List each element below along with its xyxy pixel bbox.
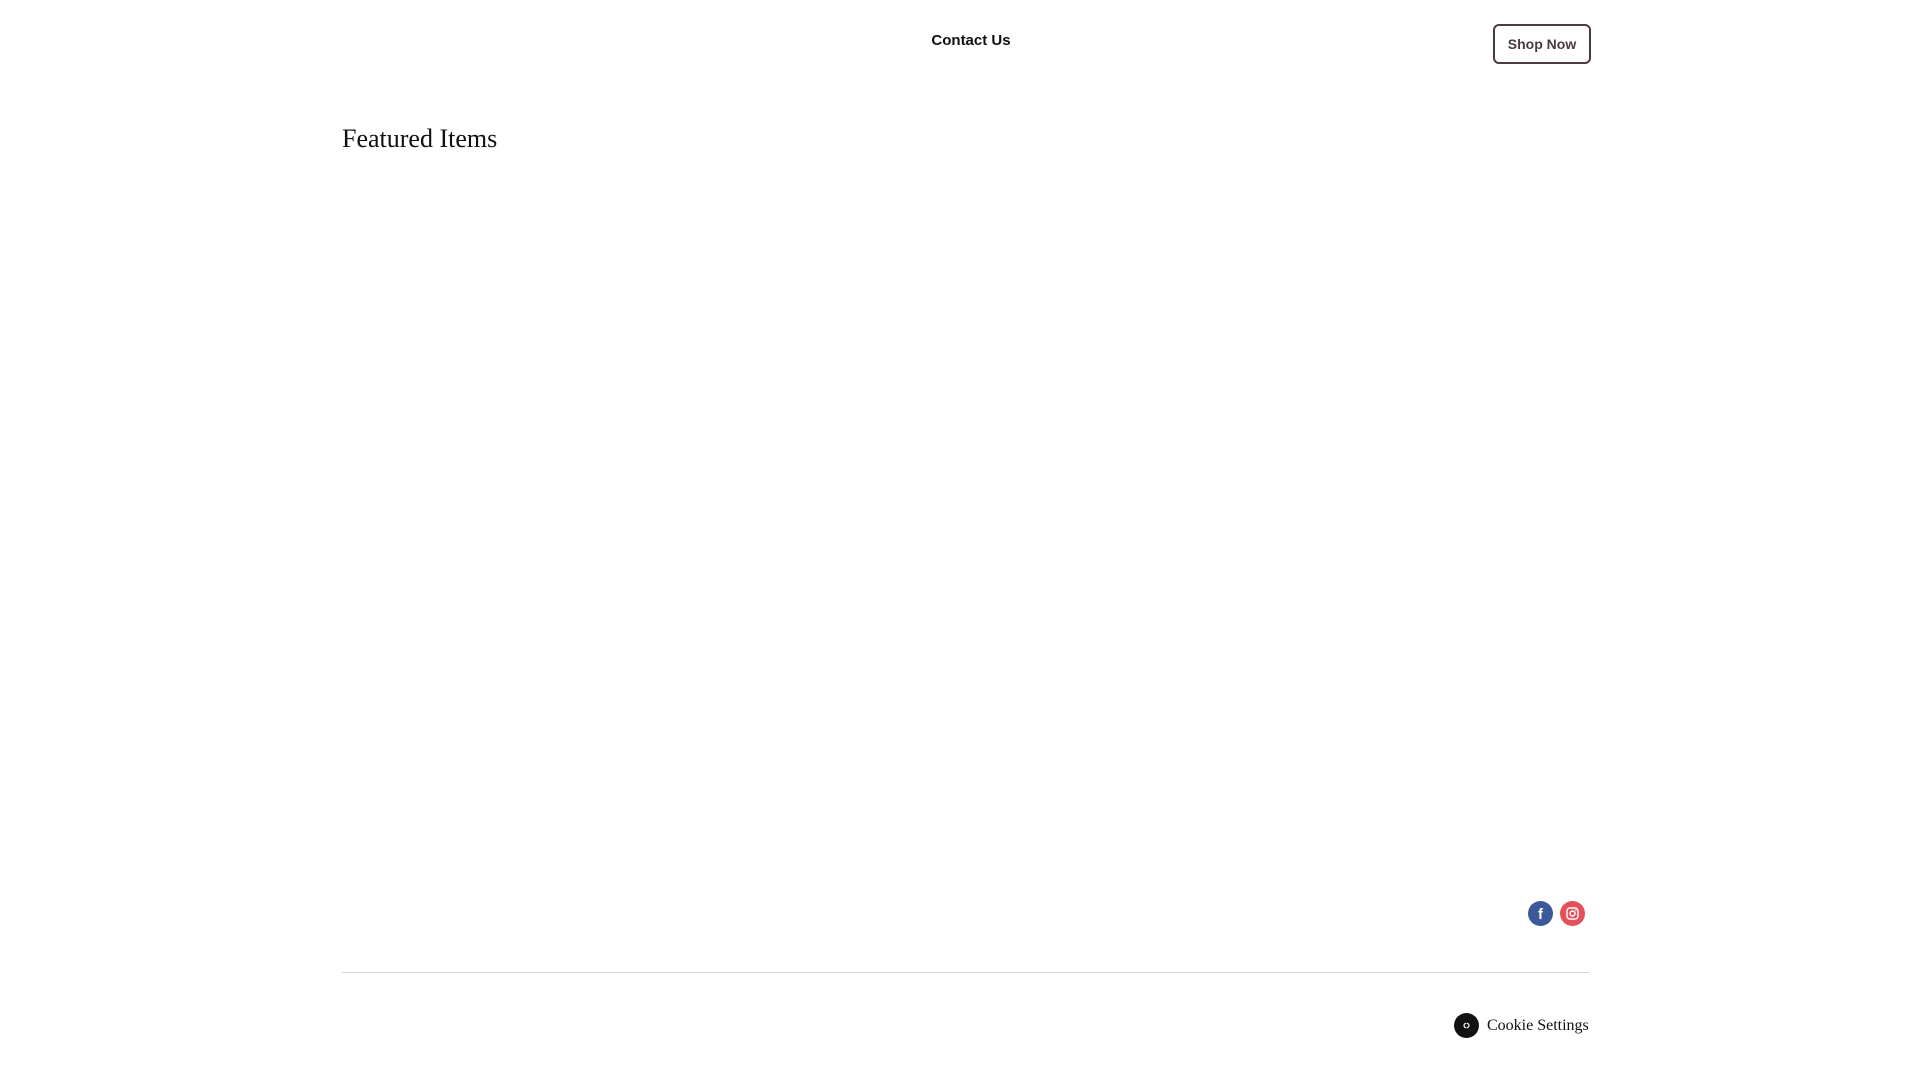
footer-divider (342, 972, 1589, 973)
cookie-settings-label: Cookie Settings (1487, 1016, 1589, 1034)
cookie-icon (1454, 1013, 1479, 1038)
instagram-icon (1566, 907, 1579, 920)
featured-items-title: Featured Items (342, 124, 498, 153)
facebook-icon: f (1538, 906, 1543, 923)
instagram-link[interactable] (1560, 901, 1585, 926)
page: Contact Us Shop Now Featured Items f Coo… (0, 0, 1920, 1080)
nav-link-contact-us[interactable]: Contact Us (931, 32, 1011, 49)
shop-now-label: Shop Now (1507, 36, 1577, 52)
facebook-link[interactable]: f (1528, 901, 1553, 926)
shop-now-button[interactable]: Shop Now (1493, 24, 1591, 64)
cookie-settings-button[interactable]: Cookie Settings (1454, 1013, 1589, 1038)
